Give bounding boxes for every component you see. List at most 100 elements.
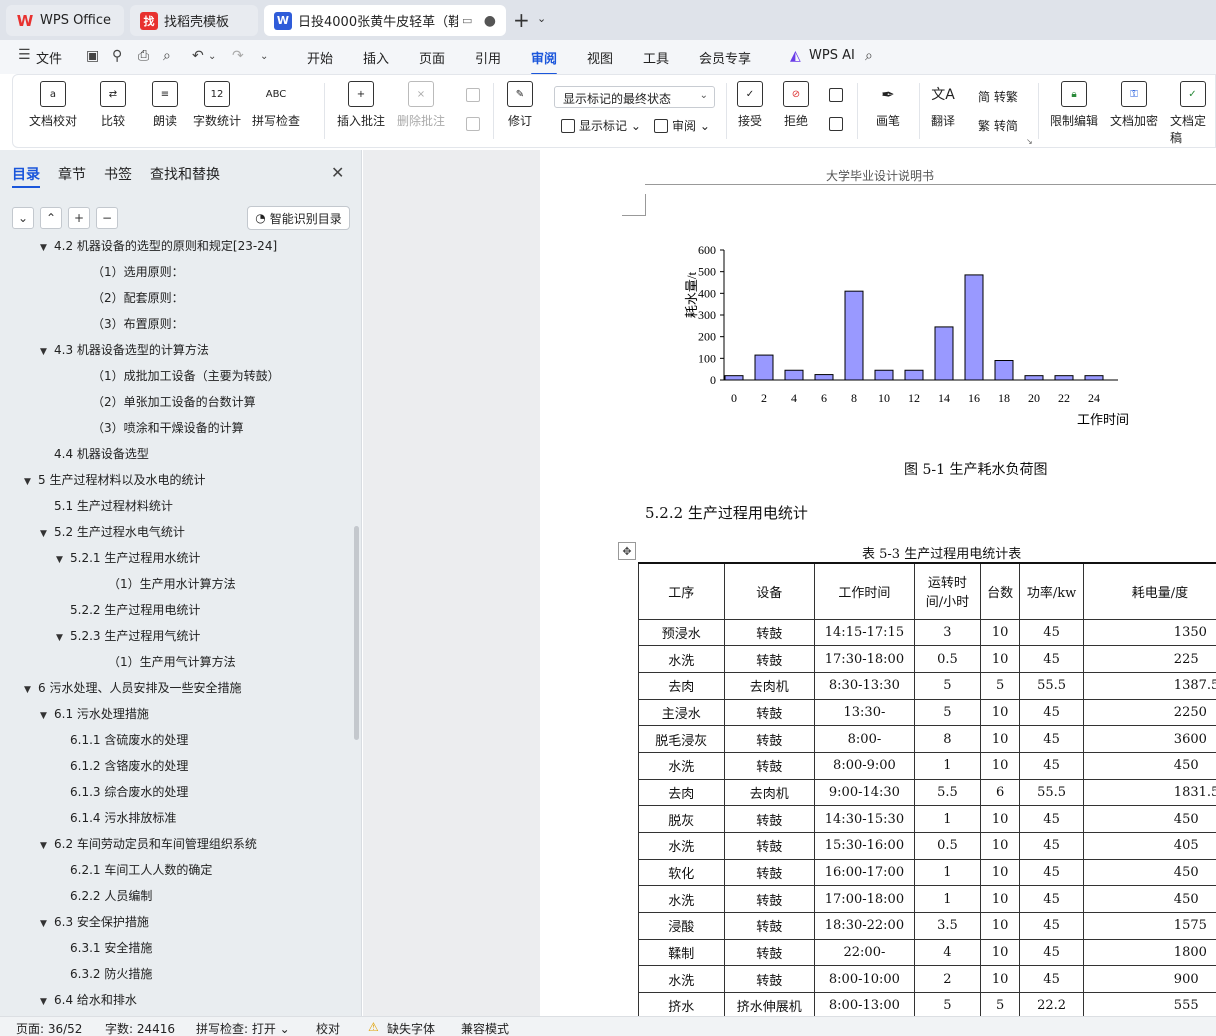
menu-file[interactable]: 文件	[36, 48, 62, 67]
expand-arrow-icon[interactable]: ▼	[24, 473, 38, 491]
menu-view[interactable]: 视图	[587, 48, 613, 67]
toc-item[interactable]: 4.4 机器设备选型	[54, 445, 149, 463]
toc-item[interactable]: ▼ 5.2.1 生产过程用水统计	[56, 549, 200, 567]
print-preview-icon[interactable]: ⌕	[163, 48, 171, 64]
toc-item[interactable]: ▼ 5 生产过程材料以及水电的统计	[24, 471, 205, 489]
tab-document[interactable]: W 日投4000张黄牛皮轻革（鞋面 ▭ ●	[264, 5, 506, 36]
new-tab-icon[interactable]: +	[513, 8, 530, 32]
expand-arrow-icon[interactable]: ▼	[40, 837, 54, 855]
expand-arrow-icon[interactable]: ▼	[40, 525, 54, 543]
toc-item[interactable]: ▼ 6.3 安全保护措施	[40, 913, 149, 931]
menu-member[interactable]: 会员专享	[699, 48, 751, 67]
prev-change-icon[interactable]	[829, 88, 847, 102]
toc-item[interactable]: ▼ 6 污水处理、人员安排及一些安全措施	[24, 679, 241, 697]
status-missing-font[interactable]: 缺失字体	[387, 1020, 435, 1036]
markup-state-select[interactable]: 显示标记的最终状态 ⌄	[554, 86, 715, 108]
toc-item[interactable]: ▼ 5.2.3 生产过程用气统计	[56, 627, 200, 645]
table-move-icon[interactable]: ✥	[618, 542, 636, 560]
toc-item[interactable]: 6.1.4 污水排放标准	[70, 809, 176, 827]
accept-button[interactable]: ✓ 接受	[737, 81, 763, 129]
toc-item[interactable]: ▼ 5.2 生产过程水电气统计	[40, 523, 185, 541]
toc-item[interactable]: 6.3.1 安全措施	[70, 939, 152, 957]
redo-icon[interactable]: ↷	[232, 48, 244, 64]
tab-find-replace[interactable]: 查找和替换	[150, 164, 220, 184]
toc-item[interactable]: ▼ 6.4 给水和排水	[40, 991, 137, 1009]
to-simplified-button[interactable]: 繁 转简	[978, 117, 1018, 134]
insert-comment-button[interactable]: + 插入批注	[337, 81, 385, 129]
delete-comment-button[interactable]: × 删除批注	[397, 81, 445, 129]
status-words[interactable]: 字数: 24416	[105, 1020, 175, 1036]
add-heading-button[interactable]: +	[68, 207, 90, 229]
spell-check-button[interactable]: ABC 拼写检查	[252, 81, 300, 129]
toc-item[interactable]: 5.1 生产过程材料统计	[54, 497, 173, 515]
menu-reference[interactable]: 引用	[475, 48, 501, 67]
status-spell[interactable]: 拼写检查: 打开 ⌄	[196, 1020, 290, 1036]
toc-item[interactable]: （1）选用原则：	[92, 263, 184, 281]
save-icon[interactable]: ▣	[86, 48, 99, 64]
toc-item[interactable]: 6.1.3 综合废水的处理	[70, 783, 188, 801]
tab-toc[interactable]: 目录	[12, 164, 40, 188]
toc-item[interactable]: 6.1.1 含硫废水的处理	[70, 731, 188, 749]
close-icon[interactable]: ✕	[331, 163, 344, 182]
menu-start[interactable]: 开始	[307, 48, 333, 67]
toc-item[interactable]: ▼ 6.2 车间劳动定员和车间管理组织系统	[40, 835, 257, 853]
menu-tools[interactable]: 工具	[643, 48, 669, 67]
smart-toc-button[interactable]: ◔ 智能识别目录	[247, 206, 350, 230]
expand-arrow-icon[interactable]: ▼	[24, 681, 38, 699]
menu-insert[interactable]: 插入	[363, 48, 389, 67]
toc-item[interactable]: （3）布置原则：	[92, 315, 184, 333]
expand-up-button[interactable]: ⌃	[40, 207, 62, 229]
toc-item[interactable]: （2）配套原则：	[92, 289, 184, 307]
toc-item[interactable]: ▼ 4.3 机器设备选型的计算方法	[40, 341, 209, 359]
nav-scrollbar[interactable]	[354, 526, 359, 740]
chevron-down-icon[interactable]: ⌄	[208, 51, 216, 62]
expand-arrow-icon[interactable]: ▼	[56, 551, 70, 569]
to-traditional-button[interactable]: 简 转繁	[978, 88, 1018, 105]
share-icon[interactable]: ⚲	[112, 48, 122, 64]
toc-item[interactable]: 5.2.2 生产过程用电统计	[70, 601, 200, 619]
toc-item[interactable]: （3）喷涂和干燥设备的计算	[92, 419, 244, 437]
prev-comment-icon[interactable]	[466, 88, 484, 102]
read-aloud-button[interactable]: ≡ 朗读	[152, 81, 178, 129]
expand-arrow-icon[interactable]: ▼	[40, 915, 54, 933]
compare-button[interactable]: ⇄ 比较	[100, 81, 126, 129]
expand-arrow-icon[interactable]: ▼	[40, 993, 54, 1011]
tab-wps-office[interactable]: W WPS Office	[6, 5, 124, 36]
search-icon[interactable]: ⌕	[865, 48, 873, 64]
pen-button[interactable]: ✒ 画笔	[875, 81, 901, 129]
menu-wps-ai[interactable]: WPS AI	[809, 48, 855, 63]
toc-item[interactable]: ▼ 6.1 污水处理措施	[40, 705, 149, 723]
toc-item[interactable]: 6.2.2 人员编制	[70, 887, 152, 905]
toc-item[interactable]: 6.1.2 含铬废水的处理	[70, 757, 188, 775]
undo-icon[interactable]: ↶	[192, 48, 204, 64]
status-proof[interactable]: 校对	[316, 1020, 340, 1036]
tab-chapters[interactable]: 章节	[58, 164, 86, 184]
restrict-edit-button[interactable]: 🔒︎ 限制编辑	[1050, 81, 1098, 129]
toc-item[interactable]: ▼ 4.2 机器设备的选型的原则和规定[23-24]	[40, 240, 277, 255]
finalize-button[interactable]: ✓ 文档定稿	[1170, 81, 1215, 146]
remove-heading-button[interactable]: −	[96, 207, 118, 229]
translate-button[interactable]: 文A 翻译	[930, 81, 956, 129]
next-change-icon[interactable]	[829, 117, 847, 131]
review-pane-button[interactable]: 审阅 ⌄	[654, 117, 710, 134]
show-marks-button[interactable]: 显示标记 ⌄	[561, 117, 641, 134]
expand-arrow-icon[interactable]: ▼	[40, 240, 54, 257]
status-page[interactable]: 页面: 36/52	[16, 1020, 82, 1036]
expand-arrow-icon[interactable]: ▼	[40, 343, 54, 361]
print-icon[interactable]: ⎙	[138, 48, 149, 64]
dialog-launcher-icon[interactable]: ↘	[1026, 137, 1033, 146]
hamburger-icon[interactable]: ☰	[18, 47, 31, 63]
chevron-down-icon[interactable]: ⌄	[537, 12, 546, 25]
collapse-all-button[interactable]: ⌄	[12, 207, 34, 229]
toc-item[interactable]: 6.2.1 车间工人人数的确定	[70, 861, 212, 879]
tab-template[interactable]: 找 找稻壳模板	[130, 5, 258, 36]
revise-button[interactable]: ✎ 修订	[507, 81, 533, 129]
expand-arrow-icon[interactable]: ▼	[40, 707, 54, 725]
encrypt-button[interactable]: ⚿ 文档加密	[1110, 81, 1158, 129]
menu-review[interactable]: 审阅	[531, 48, 558, 75]
expand-arrow-icon[interactable]: ▼	[56, 629, 70, 647]
menu-page[interactable]: 页面	[419, 48, 445, 67]
next-comment-icon[interactable]	[466, 117, 484, 131]
toc-item[interactable]: 6.3.2 防火措施	[70, 965, 152, 983]
toc-item[interactable]: （1）生产用气计算方法	[108, 653, 236, 671]
